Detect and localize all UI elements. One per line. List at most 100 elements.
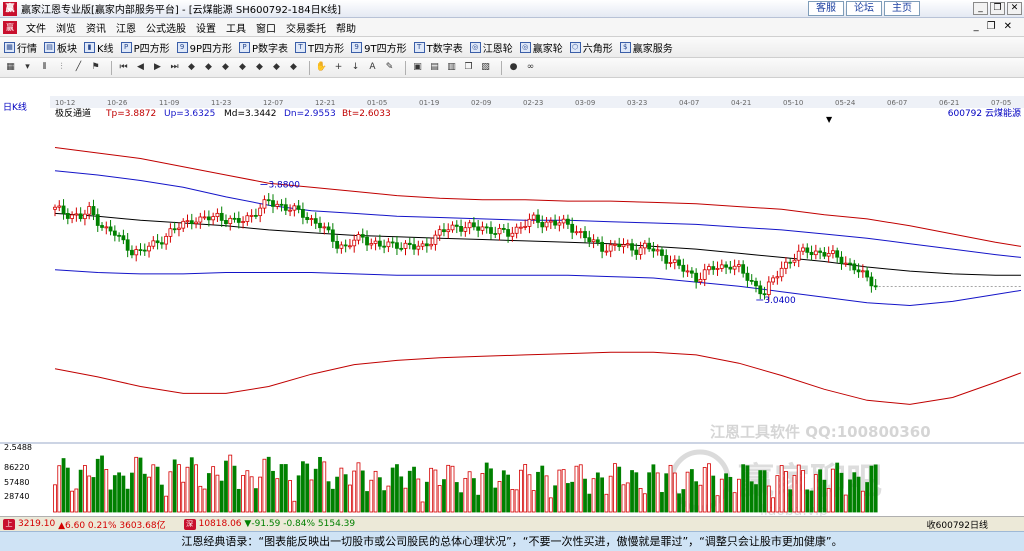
toolbar-service[interactable]: $ 赢家服务 (619, 40, 673, 55)
volume-bar-up (604, 493, 609, 513)
candle-down (326, 226, 331, 231)
hand-icon[interactable]: ✋ (315, 61, 328, 74)
infinity-icon[interactable]: ∞ (524, 61, 537, 74)
candle-up (557, 222, 562, 226)
menu-file[interactable]: 文件 (21, 20, 51, 35)
line-icon[interactable]: ╱ (72, 61, 85, 74)
candle-down (155, 240, 160, 244)
toolbar-quote[interactable]: ▦ 行情 (4, 40, 37, 55)
candle-down (377, 240, 382, 247)
diamond5-icon[interactable]: ◆ (253, 61, 266, 74)
volume-bar-up (561, 469, 566, 513)
volume-bar-down (484, 462, 489, 513)
link-kefu[interactable]: 客服 (808, 1, 844, 16)
volume-bar-up (168, 471, 173, 513)
volume-bar-down (471, 478, 476, 513)
print-icon[interactable]: ▥ (445, 61, 458, 74)
first-icon[interactable]: ⏮ (117, 61, 130, 74)
sz-index[interactable]: 深 10818.06 ▼-91.59 -0.84% 5154.39 (183, 518, 355, 530)
volume-bar-up (348, 484, 352, 513)
flag-icon[interactable]: ⚑ (89, 61, 102, 74)
toolbar-p-square[interactable]: P P四方形 (120, 40, 170, 55)
bar-icon[interactable]: ⫶ (55, 61, 68, 74)
volume-bar-up (356, 462, 361, 513)
dropdown-icon[interactable]: ▾ (21, 61, 34, 74)
crosshair-icon[interactable]: + (332, 61, 345, 74)
menu-gann[interactable]: 江恩 (111, 20, 141, 35)
paste-icon[interactable]: ▧ (479, 61, 492, 74)
toolbar-kline[interactable]: ▮ K线 (84, 40, 114, 55)
text-icon[interactable]: A (366, 61, 379, 74)
toolbar-sector[interactable]: ▤ 板块 (44, 40, 77, 55)
volume-bar-up (608, 475, 613, 513)
dropdown-arrow-icon[interactable]: ▼ (826, 115, 833, 124)
diamond6-icon[interactable]: ◆ (270, 61, 283, 74)
sh-index[interactable]: 上 3219.10 ▲6.60 0.21% 3603.68亿 (3, 518, 166, 531)
volume-bar-up (655, 472, 660, 513)
volume-bar-down (805, 489, 810, 513)
kline-chart[interactable]: 10-12 10-26 11-09 11-23 12-07 12-21 01-05 01-19… (0, 78, 1024, 519)
separator (501, 60, 502, 75)
menu-window[interactable]: 窗口 (251, 20, 281, 35)
link-zhuye[interactable]: 主页 (884, 1, 920, 16)
last-icon[interactable]: ⏭ (168, 61, 181, 74)
volume-bar-up (262, 458, 267, 513)
sh-index-change: ▲6.60 0.21% 3603.68亿 (58, 520, 166, 531)
volume-bar-up (698, 484, 703, 513)
toolbar-p-table[interactable]: P P数字表 (239, 40, 288, 55)
candle-down (335, 240, 340, 249)
volume-bar-up (309, 479, 314, 513)
menu-trade[interactable]: 交易委托 (281, 20, 331, 35)
mdi-controls[interactable]: _❐✕ (974, 21, 1020, 32)
arrow-down-icon[interactable]: ↓ (349, 61, 362, 74)
toolbar-t-table[interactable]: T T数字表 (413, 40, 463, 55)
candle-up (202, 216, 207, 219)
restore-icon[interactable]: ❐ (990, 2, 1005, 15)
volume-bar-up (241, 475, 245, 513)
menu-browse[interactable]: 浏览 (51, 20, 81, 35)
calendar-icon[interactable]: ▣ (411, 61, 424, 74)
volume-bar-up (613, 463, 617, 513)
candle-up (480, 226, 485, 231)
copy-icon[interactable]: ❐ (462, 61, 475, 74)
menu-info[interactable]: 资讯 (81, 20, 111, 35)
toolbar-hexagon[interactable]: ⬡ 六角形 (569, 40, 613, 55)
candle-up (241, 221, 245, 223)
diamond4-icon[interactable]: ◆ (236, 61, 249, 74)
menu-settings[interactable]: 设置 (191, 20, 221, 35)
diamond3-icon[interactable]: ◆ (219, 61, 232, 74)
toolbar-9t-square[interactable]: 9 9T四方形 (351, 40, 407, 55)
palette-icon[interactable]: ● (507, 61, 520, 74)
volume-bar-up (151, 464, 156, 513)
link-luntan[interactable]: 论坛 (846, 1, 882, 16)
volume-bar-down (839, 472, 844, 513)
grid-icon[interactable]: ▦ (4, 61, 17, 74)
candle-down (741, 264, 746, 274)
toolbar-t-square[interactable]: T T四方形 (295, 40, 344, 55)
kline-icon: ▮ (84, 41, 95, 53)
minimize-icon[interactable]: _ (973, 2, 988, 15)
menu-help[interactable]: 帮助 (331, 20, 361, 35)
prev-icon[interactable]: ◀ (134, 61, 147, 74)
diamond-icon[interactable]: ◆ (185, 61, 198, 74)
date-tick: 01-19 (419, 99, 439, 107)
volume-bar-down (377, 477, 382, 513)
candle-down (121, 235, 126, 241)
candle-down (253, 215, 258, 217)
save-icon[interactable]: ▤ (428, 61, 441, 74)
eraser-icon[interactable]: ✎ (383, 61, 396, 74)
next-icon[interactable]: ▶ (151, 61, 164, 74)
candle-up (574, 231, 579, 234)
candle-down (330, 229, 335, 242)
menu-tools[interactable]: 工具 (221, 20, 251, 35)
toolbar-winner-wheel[interactable]: ◎ 赢家轮 (519, 40, 563, 55)
toolbar-9p-square[interactable]: 9 9P四方形 (176, 40, 232, 55)
menu-formula[interactable]: 公式选股 (141, 20, 191, 35)
diamond7-icon[interactable]: ◆ (287, 61, 300, 74)
candle-icon[interactable]: ⫴ (38, 61, 51, 74)
close-icon[interactable]: ✕ (1007, 2, 1022, 15)
hexagon-icon: ⬡ (569, 41, 581, 53)
candle-up (707, 266, 711, 271)
diamond2-icon[interactable]: ◆ (202, 61, 215, 74)
toolbar-gann-wheel[interactable]: ◎ 江恩轮 (469, 40, 513, 55)
